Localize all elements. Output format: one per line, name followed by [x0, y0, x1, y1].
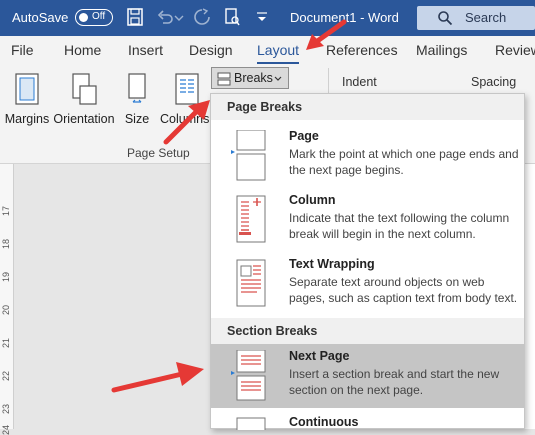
column-break-icon: [236, 195, 266, 243]
page-setup-group-label: Page Setup: [127, 146, 190, 160]
continuous-break-icon: [236, 417, 266, 430]
margins-label: Margins: [4, 112, 50, 126]
document-canvas[interactable]: [14, 164, 210, 429]
breaks-menu: Page Breaks Page Mark the point at which…: [210, 93, 525, 430]
autosave-state: Off: [92, 11, 106, 22]
ruler-number: 17: [1, 205, 12, 217]
redo-icon[interactable]: [194, 8, 210, 26]
menu-item-title: Next Page: [289, 349, 350, 363]
tab-insert[interactable]: Insert: [128, 42, 163, 58]
next-page-break-icon: [231, 350, 266, 401]
menu-item-title: Column: [289, 193, 336, 207]
tab-mailings[interactable]: Mailings: [416, 42, 467, 58]
undo-dropdown-icon[interactable]: [174, 8, 184, 26]
ruler-number: 22: [1, 370, 12, 382]
chevron-down-icon: [274, 76, 282, 81]
ruler-number: 24: [1, 424, 12, 435]
search-icon: [438, 11, 453, 26]
save-icon[interactable]: [127, 8, 143, 26]
indent-label: Indent: [342, 75, 377, 89]
margins-icon: [15, 73, 39, 105]
tab-design[interactable]: Design: [189, 42, 233, 58]
breaks-icon: [217, 72, 231, 86]
page-break-icon: [231, 130, 266, 181]
ruler-number: 19: [1, 271, 12, 283]
tab-home[interactable]: Home: [64, 42, 101, 58]
title-bar: AutoSave Off Document1 - Word Search: [0, 0, 535, 36]
columns-button[interactable]: Columns: [158, 72, 210, 126]
ruler-number: 18: [1, 238, 12, 250]
margins-button[interactable]: Margins: [4, 72, 50, 126]
menu-item-continuous[interactable]: Continuous: [211, 410, 524, 430]
autosave-toggle[interactable]: Off: [75, 9, 113, 26]
toggle-knob: [79, 12, 88, 22]
page-breaks-header: Page Breaks: [211, 94, 524, 120]
ruler-number: 21: [1, 337, 12, 349]
menu-item-page[interactable]: Page Mark the point at which one page en…: [211, 124, 524, 188]
undo-icon[interactable]: [157, 8, 173, 26]
menu-item-next-page[interactable]: Next Page Insert a section break and sta…: [211, 344, 524, 408]
ribbon-divider: [328, 68, 329, 94]
customize-toolbar-icon[interactable]: [256, 8, 268, 26]
size-icon: [128, 73, 146, 103]
menu-item-title: Continuous: [289, 415, 359, 429]
search-placeholder: Search: [465, 10, 507, 25]
search-box[interactable]: Search: [417, 6, 535, 30]
print-preview-icon[interactable]: [224, 8, 240, 26]
text-wrapping-icon: [236, 259, 266, 307]
tab-layout[interactable]: Layout: [257, 42, 300, 64]
breaks-label: Breaks: [234, 71, 273, 85]
ribbon-tabs: File Home Insert Design Layout Reference…: [0, 36, 535, 64]
menu-item-description: Indicate that the text following the col…: [289, 211, 510, 241]
columns-icon: [175, 73, 199, 105]
vertical-ruler: 17 18 19 20 21 22 23 24: [0, 164, 14, 435]
orientation-icon: [72, 73, 97, 105]
ruler-number: 20: [1, 304, 12, 316]
document-title: Document1 - Word: [290, 10, 399, 25]
menu-item-title: Text Wrapping: [289, 257, 375, 271]
section-breaks-header: Section Breaks: [211, 318, 524, 344]
tab-file[interactable]: File: [11, 42, 34, 58]
menu-item-description: Mark the point at which one page ends an…: [289, 147, 519, 177]
menu-item-title: Page: [289, 129, 319, 143]
autosave-label: AutoSave: [12, 10, 69, 25]
tab-references[interactable]: References: [326, 42, 398, 58]
orientation-button[interactable]: Orientation: [52, 72, 116, 126]
menu-item-text-wrapping[interactable]: Text Wrapping Separate text around objec…: [211, 252, 524, 316]
orientation-label: Orientation: [53, 112, 115, 126]
size-button[interactable]: Size: [122, 72, 152, 126]
menu-item-description: Insert a section break and start the new…: [289, 367, 500, 397]
columns-label: Columns: [160, 112, 210, 126]
tab-review[interactable]: Review: [495, 42, 535, 58]
menu-item-description: Separate text around objects on web page…: [289, 275, 518, 305]
spacing-label: Spacing: [471, 75, 517, 89]
ruler-number: 23: [1, 403, 12, 415]
menu-item-column[interactable]: Column Indicate that the text following …: [211, 188, 524, 252]
size-label: Size: [124, 112, 150, 126]
breaks-button[interactable]: Breaks: [211, 67, 289, 89]
